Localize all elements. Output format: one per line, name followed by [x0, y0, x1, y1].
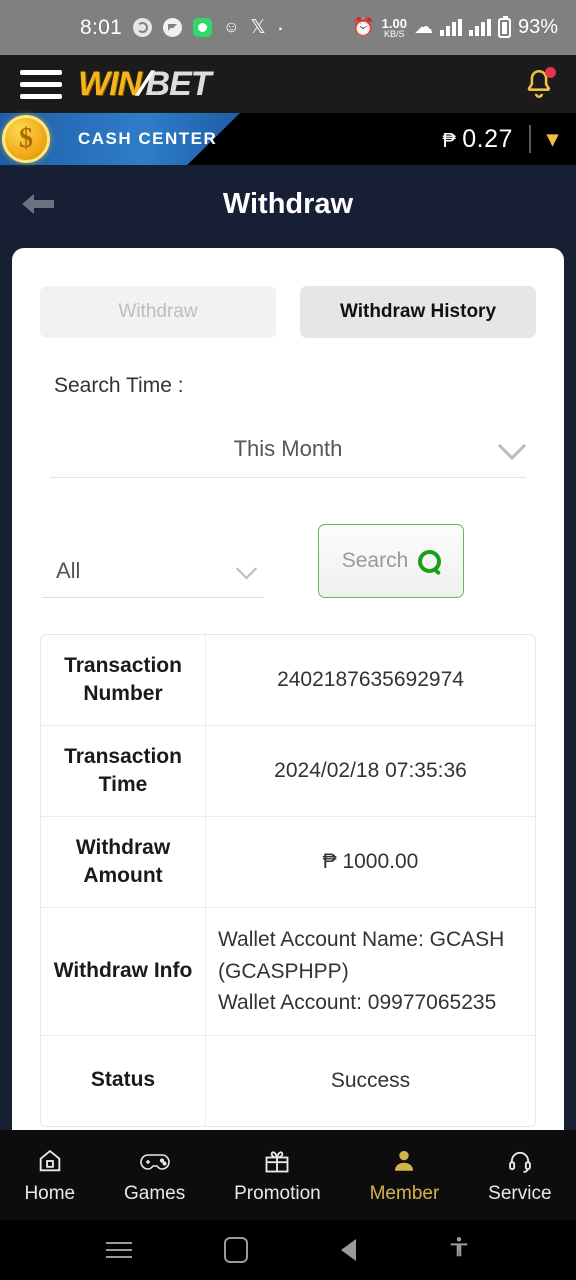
- chevron-down-icon: [497, 431, 527, 460]
- cash-center-bar: $ CASH CENTER ₱ 0.27 ▾: [0, 113, 576, 165]
- nav-label: Promotion: [234, 1182, 321, 1204]
- balance-display: ₱ 0.27: [442, 125, 513, 154]
- whatsapp-icon: [193, 18, 213, 37]
- table-row: Withdraw Info Wallet Account Name: GCASH…: [41, 908, 535, 1036]
- home-icon: [36, 1146, 64, 1176]
- status-bar-clock: 8:01: [80, 15, 123, 39]
- signal-bars-icon-2: [468, 19, 491, 36]
- nav-item-promotion[interactable]: Promotion: [234, 1146, 321, 1205]
- cash-center-label: CASH CENTER: [78, 129, 218, 148]
- notification-badge: [545, 67, 556, 78]
- back-arrow-icon[interactable]: [18, 190, 58, 218]
- nav-label: Home: [24, 1182, 76, 1204]
- coin-icon: $: [2, 115, 50, 163]
- filter-row: All Search: [12, 478, 564, 598]
- status-bar-left: 8:01 ☺ 𝕏 ·: [80, 14, 285, 40]
- winbet-logo[interactable]: WIN / BET: [78, 64, 212, 104]
- nav-item-games[interactable]: Games: [124, 1146, 185, 1205]
- network-speed-unit: KB/S: [384, 28, 405, 39]
- search-magnifier-icon: [418, 550, 442, 573]
- hamburger-menu-icon[interactable]: [20, 69, 62, 99]
- tab-withdraw-history[interactable]: Withdraw History: [300, 286, 536, 338]
- period-select[interactable]: This Month: [50, 420, 527, 478]
- table-row: Withdraw Amount ₱ 1000.00: [41, 817, 535, 908]
- discord-icon: ☺: [223, 18, 240, 36]
- x-icon: 𝕏: [250, 17, 266, 38]
- person-icon: [391, 1146, 417, 1176]
- balance-area[interactable]: ₱ 0.27 ▾: [442, 125, 576, 154]
- network-speed-indicator: 1.00 KB/S: [382, 17, 407, 39]
- page-header: Withdraw: [0, 165, 576, 243]
- android-navigation-bar: [0, 1220, 576, 1280]
- row-value: 2402187635692974: [277, 668, 464, 692]
- nav-item-home[interactable]: Home: [24, 1146, 75, 1205]
- divider: [528, 125, 531, 153]
- recent-apps-icon[interactable]: [105, 1242, 132, 1258]
- battery-percent: 93%: [517, 16, 558, 38]
- row-value: ₱ 1000.00: [322, 850, 419, 874]
- logo-bet-text: BET: [145, 64, 212, 103]
- row-value: Wallet Account Name: GCASH (GCASPHPP) Wa…: [218, 928, 505, 1014]
- search-time-label: Search Time :: [54, 374, 184, 397]
- table-row: Transaction Number 2402187635692974: [41, 635, 535, 726]
- nav-label: Service: [488, 1182, 552, 1204]
- nav-item-service[interactable]: Service: [488, 1146, 552, 1205]
- chevron-down-icon[interactable]: ▾: [547, 126, 558, 152]
- wifi-icon: ☁: [413, 17, 433, 38]
- currency-symbol: ₱: [442, 129, 457, 152]
- type-select-value: All: [56, 557, 81, 583]
- search-button[interactable]: Search: [318, 524, 464, 598]
- bottom-navigation: Home Games Promotion Member Service: [0, 1130, 576, 1220]
- chevron-down-icon: [235, 557, 258, 579]
- nav-label: Member: [369, 1182, 440, 1204]
- home-square-icon[interactable]: [223, 1237, 248, 1263]
- app-header: WIN / BET: [0, 55, 576, 113]
- battery-icon: [497, 15, 511, 38]
- logo-win-text: WIN: [78, 64, 142, 103]
- nav-item-member[interactable]: Member: [369, 1146, 440, 1205]
- period-select-value: This Month: [233, 435, 343, 461]
- android-status-bar: 8:01 ☺ 𝕏 · ⏰ 1.00 KB/S ☁ 93%: [0, 0, 576, 55]
- gamepad-icon: [139, 1146, 171, 1176]
- back-triangle-icon[interactable]: [339, 1237, 357, 1263]
- tab-bar: Withdraw Withdraw History: [12, 248, 564, 338]
- accessibility-icon[interactable]: [448, 1235, 470, 1266]
- gift-icon: [263, 1146, 291, 1176]
- page-title: Withdraw: [222, 187, 354, 220]
- balance-amount: 0.27: [462, 124, 513, 153]
- row-value: 2024/02/18 07:35:36: [274, 759, 467, 783]
- row-key: Withdraw Amount: [41, 817, 206, 907]
- phone-screen: 8:01 ☺ 𝕏 · ⏰ 1.00 KB/S ☁ 93% WIN / BET $…: [0, 0, 576, 1280]
- tab-withdraw[interactable]: Withdraw: [40, 286, 276, 338]
- search-button-label: Search: [341, 549, 409, 572]
- status-bar-right: ⏰ 1.00 KB/S ☁ 93%: [352, 15, 558, 39]
- alarm-icon: ⏰: [352, 17, 375, 37]
- row-key: Transaction Number: [41, 635, 206, 725]
- row-key: Withdraw Info: [41, 908, 206, 1035]
- headset-icon: [506, 1146, 534, 1176]
- nav-label: Games: [124, 1182, 186, 1204]
- transaction-table: Transaction Number 2402187635692974 Tran…: [40, 634, 536, 1127]
- signal-bars-icon: [439, 19, 462, 36]
- table-row: Status Success: [41, 1035, 535, 1126]
- table-row: Transaction Time 2024/02/18 07:35:36: [41, 726, 535, 817]
- messenger-icon: [163, 18, 183, 37]
- row-key: Status: [41, 1035, 206, 1126]
- row-value: Success: [330, 1068, 411, 1092]
- row-key: Transaction Time: [41, 726, 206, 816]
- network-speed-value: 1.00: [381, 15, 407, 31]
- content-card: Withdraw Withdraw History Search Time : …: [12, 248, 564, 1280]
- viber-icon: [133, 18, 153, 37]
- type-select[interactable]: All: [42, 544, 264, 598]
- notification-bell-icon[interactable]: [522, 67, 556, 101]
